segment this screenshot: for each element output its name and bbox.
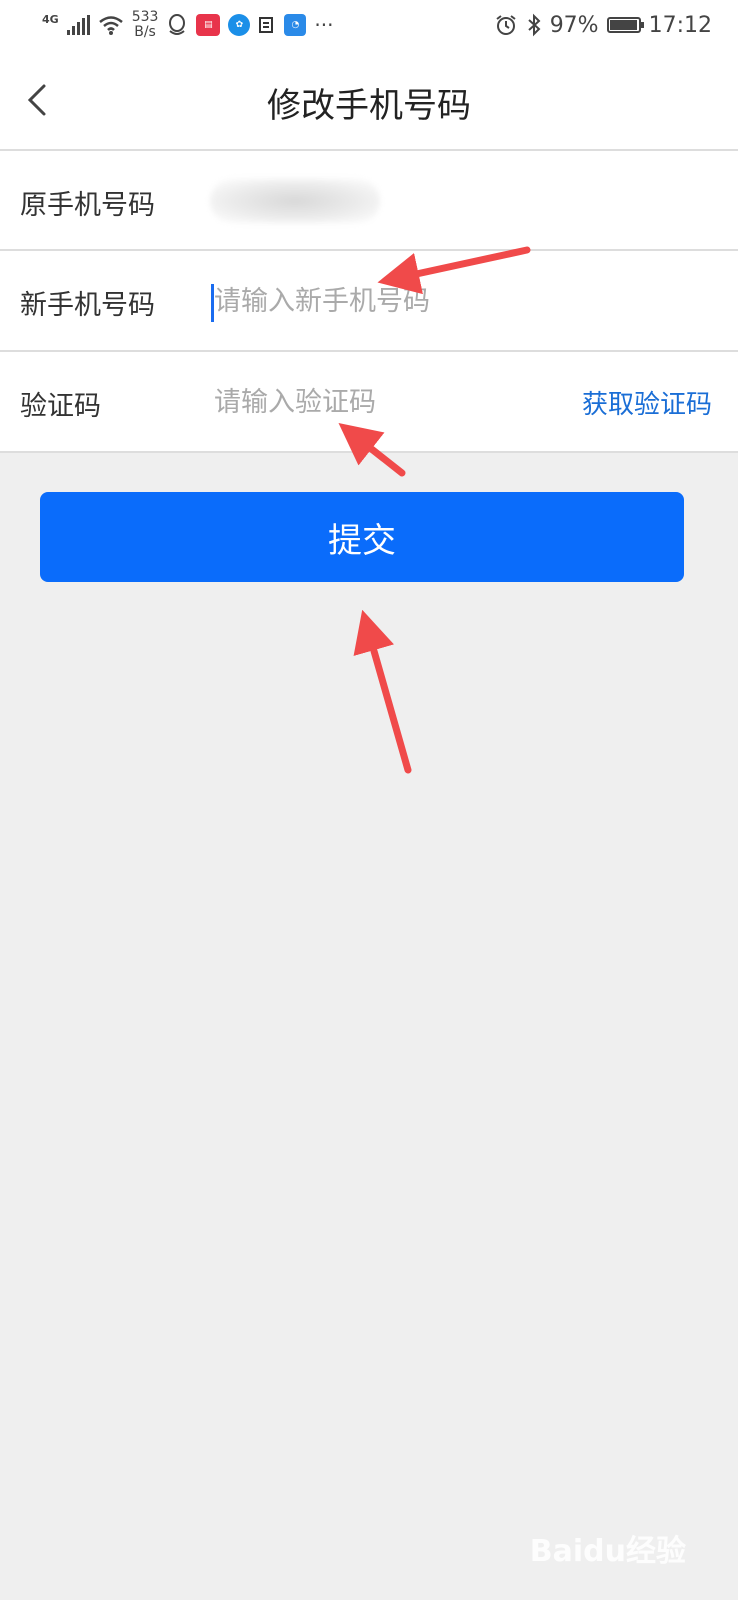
battery-icon (606, 17, 644, 33)
watermark: Baidu经验 (529, 1534, 686, 1569)
signal-icon (66, 15, 90, 35)
battery-percent: 97% (549, 12, 599, 38)
status-left: 4G 533 B/s ▤ ✿ ◔ ··· (42, 8, 334, 42)
submit-button[interactable]: 提交 (40, 492, 684, 582)
network-type: 4G (42, 12, 59, 26)
speed-value: 533 (131, 9, 159, 25)
wifi-icon (98, 16, 123, 35)
old-phone-label: 原手机号码 (20, 190, 155, 221)
divider (0, 451, 738, 453)
page-title: 修改手机号码 (267, 86, 471, 126)
top-nav-bar: 修改手机号码 (0, 50, 738, 150)
status-right: 97% 17:12 (494, 8, 712, 42)
bluetooth-icon (528, 13, 541, 37)
new-phone-input[interactable] (210, 275, 558, 327)
speed-unit: B/s (134, 24, 156, 40)
assistant-app-icon: ◔ (284, 14, 307, 36)
clock: 17:12 (648, 12, 712, 38)
app-notification-icon (259, 17, 274, 33)
old-phone-row: 原手机号码 (0, 151, 738, 250)
network-speed: 533 B/s (132, 10, 159, 40)
code-label: 验证码 (20, 391, 101, 422)
battery-level-fill (609, 20, 637, 30)
new-phone-row: 新手机号码 (0, 251, 738, 350)
qq-icon (169, 14, 186, 35)
old-phone-value-masked (210, 179, 380, 223)
clover-app-icon: ✿ (228, 14, 251, 36)
alarm-icon (496, 15, 516, 35)
more-notifications-icon: ··· (314, 13, 334, 37)
status-bar: 4G 533 B/s ▤ ✿ ◔ ··· 97% 17:12 (0, 0, 738, 50)
get-code-button[interactable]: 获取验证码 (582, 384, 712, 421)
text-cursor (211, 284, 214, 322)
verification-code-row: 验证码 获取验证码 (0, 352, 738, 451)
new-phone-label: 新手机号码 (20, 290, 155, 321)
verification-code-input[interactable] (210, 376, 538, 428)
arrow-to-submit (353, 609, 412, 774)
news-app-icon: ▤ (196, 14, 221, 36)
